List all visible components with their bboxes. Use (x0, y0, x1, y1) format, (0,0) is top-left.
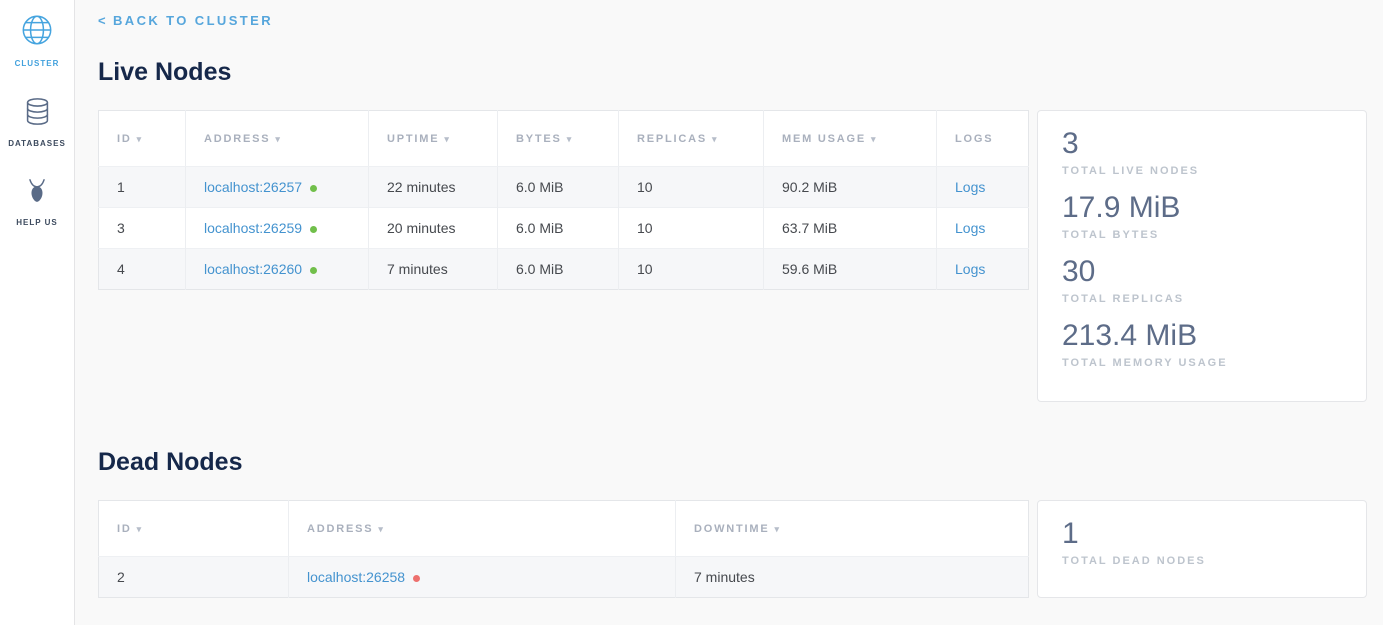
cluster-nodes-page: CLUSTER DATABASES HELP US (0, 0, 1383, 625)
dead-nodes-section: ID▾ ADDRESS▾ DOWNTIME▾ 2 localhost:26258… (98, 500, 1367, 598)
node-logs-cell: Logs (937, 167, 1029, 208)
node-downtime-cell: 7 minutes (676, 557, 1029, 598)
table-row: 1 localhost:26257 22 minutes 6.0 MiB 10 … (99, 167, 1029, 208)
stat-label: TOTAL DEAD NODES (1062, 555, 1342, 567)
sort-arrow-icon: ▾ (567, 134, 573, 144)
live-nodes-summary-card: 3 TOTAL LIVE NODES 17.9 MiB TOTAL BYTES … (1037, 110, 1367, 402)
stat-value: 213.4 MiB (1062, 318, 1342, 354)
summary-stat: 213.4 MiB TOTAL MEMORY USAGE (1062, 318, 1342, 369)
stat-value: 3 (1062, 126, 1342, 162)
node-address-link[interactable]: localhost:26258 (307, 569, 405, 585)
summary-stat: 17.9 MiB TOTAL BYTES (1062, 190, 1342, 241)
sort-arrow-icon: ▾ (275, 134, 281, 144)
node-id-cell: 4 (99, 249, 186, 290)
dead-nodes-table: ID▾ ADDRESS▾ DOWNTIME▾ 2 localhost:26258… (98, 500, 1029, 598)
node-address-cell: localhost:26257 (186, 167, 369, 208)
node-id-cell: 2 (99, 557, 289, 598)
node-address-cell: localhost:26260 (186, 249, 369, 290)
live-status-dot-icon (310, 226, 317, 233)
stat-value: 30 (1062, 254, 1342, 290)
node-address-link[interactable]: localhost:26260 (204, 261, 302, 277)
dead-status-dot-icon (413, 575, 420, 582)
stat-label: TOTAL REPLICAS (1062, 293, 1342, 305)
column-header-id[interactable]: ID▾ (99, 111, 186, 167)
table-row: 4 localhost:26260 7 minutes 6.0 MiB 10 5… (99, 249, 1029, 290)
node-replicas-cell: 10 (619, 208, 764, 249)
globe-icon (20, 13, 54, 52)
stat-value: 1 (1062, 516, 1342, 552)
node-replicas-cell: 10 (619, 249, 764, 290)
sidebar: CLUSTER DATABASES HELP US (0, 0, 75, 625)
sort-arrow-icon: ▾ (137, 524, 143, 534)
node-replicas-cell: 10 (619, 167, 764, 208)
summary-stat: 30 TOTAL REPLICAS (1062, 254, 1342, 305)
sidebar-item-cluster[interactable]: CLUSTER (15, 13, 60, 68)
node-id-cell: 1 (99, 167, 186, 208)
node-address-link[interactable]: localhost:26257 (204, 179, 302, 195)
summary-stat: 3 TOTAL LIVE NODES (1062, 126, 1342, 177)
node-uptime-cell: 20 minutes (369, 208, 498, 249)
column-header-logs: LOGS (937, 111, 1029, 167)
sort-arrow-icon: ▾ (871, 134, 877, 144)
column-header-downtime[interactable]: DOWNTIME▾ (676, 501, 1029, 557)
summary-stat: 1 TOTAL DEAD NODES (1062, 516, 1342, 567)
sidebar-item-label: CLUSTER (15, 59, 60, 68)
node-uptime-cell: 7 minutes (369, 249, 498, 290)
sort-arrow-icon: ▾ (444, 134, 450, 144)
live-status-dot-icon (310, 185, 317, 192)
sort-arrow-icon: ▾ (712, 134, 718, 144)
logs-link[interactable]: Logs (955, 261, 985, 277)
sort-arrow-icon: ▾ (137, 134, 143, 144)
sidebar-item-databases[interactable]: DATABASES (8, 96, 66, 148)
stat-label: TOTAL MEMORY USAGE (1062, 357, 1342, 369)
stat-label: TOTAL BYTES (1062, 229, 1342, 241)
table-header-row: ID▾ ADDRESS▾ DOWNTIME▾ (99, 501, 1029, 557)
node-mem-usage-cell: 59.6 MiB (764, 249, 937, 290)
node-mem-usage-cell: 63.7 MiB (764, 208, 937, 249)
sort-arrow-icon: ▾ (775, 524, 781, 534)
node-id-cell: 3 (99, 208, 186, 249)
table-row: 2 localhost:26258 7 minutes (99, 557, 1029, 598)
live-nodes-title: Live Nodes (98, 58, 1367, 87)
back-chevron-icon: < (98, 13, 108, 28)
node-uptime-cell: 22 minutes (369, 167, 498, 208)
sort-arrow-icon: ▾ (378, 524, 384, 534)
stat-value: 17.9 MiB (1062, 190, 1342, 226)
node-bytes-cell: 6.0 MiB (498, 167, 619, 208)
node-mem-usage-cell: 90.2 MiB (764, 167, 937, 208)
logs-link[interactable]: Logs (955, 179, 985, 195)
node-logs-cell: Logs (937, 249, 1029, 290)
node-address-link[interactable]: localhost:26259 (204, 220, 302, 236)
node-logs-cell: Logs (937, 208, 1029, 249)
live-nodes-table: ID▾ ADDRESS▾ UPTIME▾ BYTES▾ REPLICAS▾ ME… (98, 110, 1029, 290)
back-link-label: BACK TO CLUSTER (113, 13, 273, 28)
dead-nodes-title: Dead Nodes (98, 448, 1367, 477)
column-header-mem-usage[interactable]: MEM USAGE▾ (764, 111, 937, 167)
sidebar-item-label: HELP US (16, 218, 58, 227)
dead-nodes-summary-card: 1 TOTAL DEAD NODES (1037, 500, 1367, 598)
column-header-address[interactable]: ADDRESS▾ (186, 111, 369, 167)
node-bytes-cell: 6.0 MiB (498, 208, 619, 249)
sidebar-item-help-us[interactable]: HELP US (16, 176, 58, 227)
logs-link[interactable]: Logs (955, 220, 985, 236)
table-header-row: ID▾ ADDRESS▾ UPTIME▾ BYTES▾ REPLICAS▾ ME… (99, 111, 1029, 167)
live-nodes-section: ID▾ ADDRESS▾ UPTIME▾ BYTES▾ REPLICAS▾ ME… (98, 110, 1367, 402)
column-header-replicas[interactable]: REPLICAS▾ (619, 111, 764, 167)
back-to-cluster-link[interactable]: < BACK TO CLUSTER (98, 13, 273, 28)
column-header-uptime[interactable]: UPTIME▾ (369, 111, 498, 167)
stat-label: TOTAL LIVE NODES (1062, 165, 1342, 177)
live-status-dot-icon (310, 267, 317, 274)
cockroach-icon (22, 176, 52, 211)
node-bytes-cell: 6.0 MiB (498, 249, 619, 290)
node-address-cell: localhost:26258 (289, 557, 676, 598)
column-header-id[interactable]: ID▾ (99, 501, 289, 557)
main-content: < BACK TO CLUSTER Live Nodes ID▾ ADDRESS▾… (75, 0, 1383, 625)
databases-icon (22, 96, 53, 132)
node-address-cell: localhost:26259 (186, 208, 369, 249)
sidebar-item-label: DATABASES (8, 139, 66, 148)
column-header-address[interactable]: ADDRESS▾ (289, 501, 676, 557)
table-row: 3 localhost:26259 20 minutes 6.0 MiB 10 … (99, 208, 1029, 249)
column-header-bytes[interactable]: BYTES▾ (498, 111, 619, 167)
